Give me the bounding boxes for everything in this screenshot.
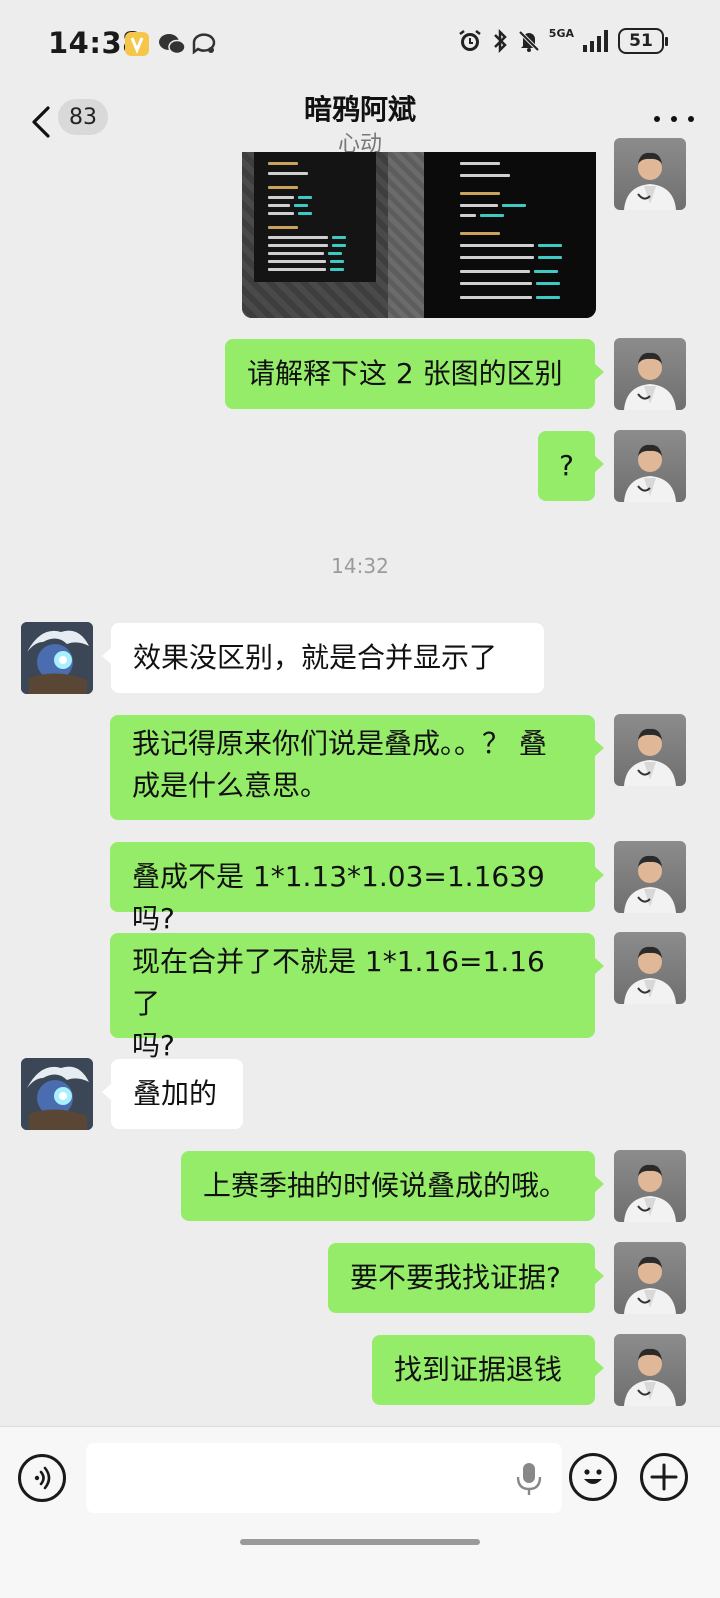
my-avatar[interactable]	[614, 430, 686, 502]
message-bubble[interactable]: ?	[538, 431, 604, 501]
more-functions-button[interactable]	[640, 1453, 688, 1501]
message-text: 请解释下这 2 张图的区别	[247, 357, 563, 390]
my-avatar[interactable]	[614, 714, 686, 786]
message-bubble[interactable]: 上赛季抽的时候说叠成的哦。	[181, 1151, 604, 1221]
message-bubble[interactable]: 效果没区别，就是合并显示了	[102, 623, 544, 693]
battery-level: 51	[629, 31, 653, 51]
message-text: ?	[559, 449, 574, 482]
message-text: 上赛季抽的时候说叠成的哦。	[203, 1169, 568, 1202]
message-bubble[interactable]: 找到证据退钱	[372, 1335, 604, 1405]
my-avatar[interactable]	[614, 932, 686, 1004]
chat-input-bar	[0, 1426, 720, 1598]
more-dot	[654, 116, 660, 122]
message-bubble[interactable]: 我记得原来你们说是叠成。。？ 叠 成是什么意思。	[110, 715, 604, 820]
more-dot	[688, 116, 694, 122]
message-text: 效果没区别，就是合并显示了	[133, 641, 498, 674]
emoji-icon	[584, 1469, 602, 1484]
my-avatar[interactable]	[614, 1150, 686, 1222]
message-bubble[interactable]: 现在合并了不就是 1*1.16=1.16 了 吗?	[110, 933, 604, 1062]
image-divider	[388, 152, 424, 318]
image-thumbnail-left	[242, 152, 388, 318]
time-divider: 14:32	[331, 554, 389, 578]
mic-icon[interactable]	[514, 1461, 544, 1497]
screenshot-panel	[254, 152, 376, 282]
message-bubble[interactable]: 请解释下这 2 张图的区别	[225, 339, 604, 409]
my-avatar[interactable]	[614, 138, 686, 210]
my-avatar[interactable]	[614, 338, 686, 410]
message-text-line: 我记得原来你们说是叠成。。？ 叠	[132, 727, 547, 760]
more-dot	[671, 116, 677, 122]
more-options-button[interactable]	[654, 104, 694, 134]
signal-icon	[583, 30, 608, 52]
contact-avatar[interactable]	[21, 1058, 93, 1130]
message-text: 要不要我找证据?	[350, 1261, 561, 1294]
home-indicator[interactable]	[240, 1539, 480, 1545]
emoji-button[interactable]	[569, 1453, 617, 1501]
chat-header: 83 暗鸦阿斌 心动	[0, 88, 720, 160]
message-text: 叠成不是 1*1.13*1.03=1.1639 吗?	[132, 860, 545, 935]
bluetooth-icon	[493, 28, 507, 54]
voice-toggle-button[interactable]	[18, 1454, 66, 1502]
mute-icon	[518, 30, 540, 52]
my-avatar[interactable]	[614, 1334, 686, 1406]
network-label: 5GA	[548, 26, 574, 40]
message-input[interactable]	[86, 1443, 562, 1513]
message-text: 叠加的	[133, 1077, 218, 1110]
wechat-icon	[158, 31, 186, 57]
status-icons: 5GA 51	[457, 26, 668, 54]
voice-icon	[34, 1466, 51, 1490]
alarm-icon	[459, 30, 481, 51]
plus-icon	[650, 1463, 678, 1491]
image-thumbnail-right	[424, 152, 596, 318]
message-text: 找到证据退钱	[394, 1353, 563, 1386]
my-avatar[interactable]	[614, 1242, 686, 1314]
battery-icon: 51	[618, 28, 668, 54]
message-bubble[interactable]: 要不要我找证据?	[328, 1243, 604, 1313]
contact-avatar[interactable]	[21, 622, 93, 694]
status-bar: 14:38 5GA 51	[0, 0, 720, 88]
app-notification-icon	[124, 31, 150, 57]
message-bubble[interactable]: 叠成不是 1*1.13*1.03=1.1639 吗?	[110, 842, 604, 935]
message-text-line: 成是什么意思。	[132, 769, 329, 802]
my-avatar[interactable]	[614, 841, 686, 913]
chat-title: 暗鸦阿斌	[303, 93, 416, 126]
message-text-line: 现在合并了不就是 1*1.16=1.16 了	[132, 945, 545, 1020]
image-message[interactable]	[242, 152, 596, 318]
chat-bubble-icon	[190, 31, 216, 57]
message-bubble[interactable]: 叠加的	[102, 1059, 243, 1129]
